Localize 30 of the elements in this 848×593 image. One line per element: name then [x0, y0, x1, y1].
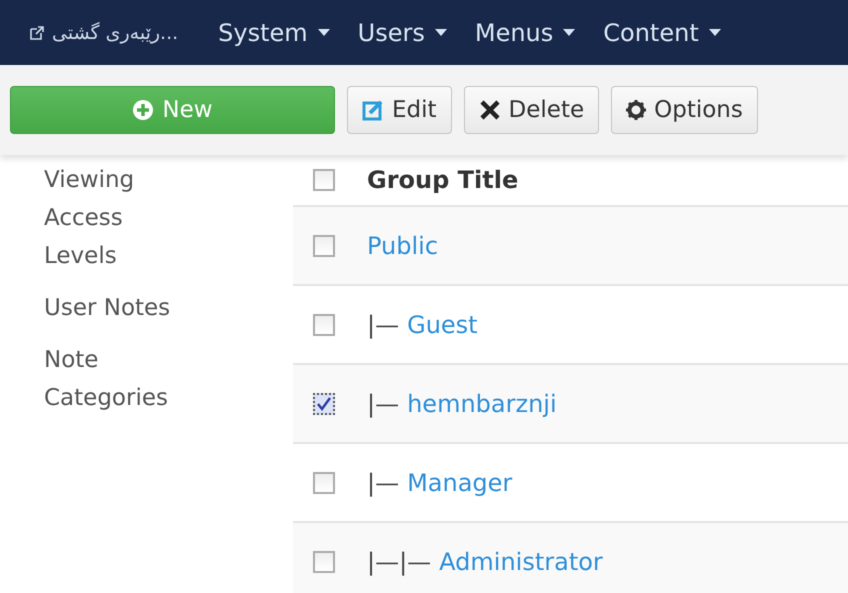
- caret-icon: [708, 29, 721, 36]
- nav-menu[interactable]: System: [218, 18, 330, 46]
- column-header: Group Title: [367, 166, 518, 194]
- checkbox[interactable]: [313, 169, 335, 191]
- options-button[interactable]: Options: [611, 86, 758, 134]
- checkbox[interactable]: [313, 234, 335, 256]
- tree-prefix: |—: [367, 390, 400, 418]
- caret-icon: [434, 29, 447, 36]
- checkbox[interactable]: [313, 392, 335, 414]
- external-link-icon: [30, 26, 44, 40]
- edit-icon: [362, 99, 384, 121]
- nav-menu[interactable]: Menus: [474, 18, 576, 46]
- settings-icon: [626, 100, 646, 120]
- nav-menu[interactable]: Content: [603, 18, 721, 46]
- nav-menu[interactable]: Users: [358, 18, 447, 46]
- caret-icon: [563, 29, 576, 36]
- edit-button[interactable]: Edit: [347, 86, 452, 134]
- tree-prefix: |—: [367, 310, 400, 338]
- sidebar-link[interactable]: User Notes: [44, 289, 184, 327]
- sidebar-link[interactable]: Viewing Access Levels: [44, 161, 184, 275]
- close-icon: [478, 99, 501, 121]
- checkbox[interactable]: [313, 472, 335, 494]
- checkbox[interactable]: [313, 550, 335, 572]
- caret-icon: [318, 29, 330, 36]
- checkbox[interactable]: [313, 314, 335, 336]
- sidebar-link[interactable]: Note Categories: [44, 341, 184, 417]
- plus-circle-icon: [132, 99, 154, 121]
- tree-prefix: |—: [367, 468, 400, 496]
- tree-prefix: |—|—: [367, 548, 432, 576]
- delete-button[interactable]: Delete: [464, 86, 600, 134]
